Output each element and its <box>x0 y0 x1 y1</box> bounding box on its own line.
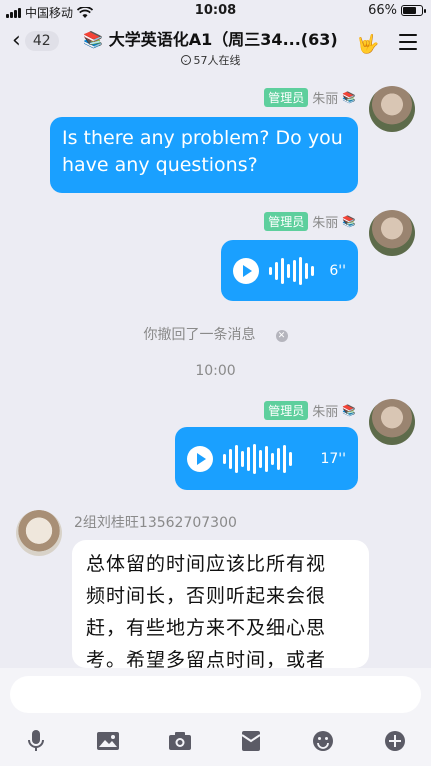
image-icon[interactable] <box>95 729 121 753</box>
status-bar: 中国移动 10:08 66% <box>0 0 431 22</box>
unread-count-badge: 42 <box>24 31 59 51</box>
voice-duration: 17'' <box>320 450 346 467</box>
avatar[interactable] <box>369 399 415 445</box>
chat-header: ‹ 42 📚 大学英语化A1（周三34...(63) ⌄ 57人在线 🤟 <box>0 22 431 68</box>
level-icon: 📚 <box>342 215 356 228</box>
group-icon: 📚 <box>83 30 104 49</box>
plus-icon[interactable] <box>382 729 408 753</box>
timestamp: 10:00 <box>195 363 236 379</box>
voice-message[interactable]: 6'' <box>221 240 358 301</box>
sender-meta: 管理员 朱丽 📚 <box>264 88 356 107</box>
admin-badge: 管理员 <box>264 212 309 231</box>
battery-icon <box>401 5 426 16</box>
play-icon[interactable] <box>233 257 259 284</box>
message-line: 考。希望多留点时间，或者 <box>86 649 327 668</box>
sender-name: 2组刘桂旺13562707300 <box>74 515 237 531</box>
menu-icon[interactable] <box>399 34 417 55</box>
chat-title-text: 大学英语化A1（周三34...(63) <box>108 30 338 49</box>
close-icon[interactable]: ✕ <box>275 330 288 342</box>
sender-meta: 管理员 朱丽 📚 <box>264 212 356 231</box>
play-icon[interactable] <box>187 445 213 472</box>
back-button[interactable]: ‹ 42 <box>12 30 59 52</box>
level-icon: 📚 <box>342 404 356 417</box>
admin-badge: 管理员 <box>264 88 309 107</box>
clock: 10:08 <box>194 3 237 18</box>
sender-name: 朱丽 <box>312 216 339 231</box>
message-bubble[interactable]: 总体留的时间应该比所有视 频时间长，否则听起来会很 赶，有些地方来不及细心思 考… <box>72 540 369 668</box>
message-line: 总体留的时间应该比所有视 <box>86 553 327 575</box>
online-count-label: 57人在线 <box>193 54 241 67</box>
recall-text: 你撤回了一条消息 <box>143 327 256 343</box>
message-text: Is there any problem? Do you have any qu… <box>62 127 343 176</box>
input-bar <box>0 668 431 766</box>
sender-name: 朱丽 <box>312 405 339 420</box>
message-line: 赶，有些地方来不及细心思 <box>86 617 327 639</box>
level-icon: 📚 <box>342 91 356 104</box>
sender-meta: 管理员 朱丽 📚 <box>264 401 356 420</box>
hand-gesture-icon[interactable]: 🤟 <box>357 34 379 55</box>
toolbar <box>0 726 431 756</box>
recall-notice: 你撤回了一条消息 ✕ <box>0 324 431 344</box>
admin-badge: 管理员 <box>264 401 309 420</box>
waveform-icon <box>223 443 292 475</box>
camera-icon[interactable] <box>167 729 193 753</box>
message-text: 总体留的时间应该比所有视 频时间长，否则听起来会很 赶，有些地方来不及细心思 考… <box>72 540 369 668</box>
avatar[interactable] <box>369 210 415 256</box>
battery-percent: 66% <box>368 3 397 18</box>
emoji-icon[interactable] <box>310 729 336 753</box>
waveform-icon <box>269 255 314 287</box>
red-packet-icon[interactable] <box>238 729 264 753</box>
chevron-left-icon: ‹ <box>12 28 21 53</box>
message-input[interactable] <box>10 676 421 713</box>
avatar[interactable] <box>369 86 415 132</box>
sender-name: 朱丽 <box>312 92 339 107</box>
chat-title-area[interactable]: 📚 大学英语化A1（周三34...(63) ⌄ 57人在线 <box>70 26 351 68</box>
avatar[interactable] <box>16 510 62 556</box>
voice-message[interactable]: 17'' <box>175 427 358 490</box>
message-line: 频时间长，否则听起来会很 <box>86 585 327 607</box>
voice-duration: 6'' <box>329 262 346 279</box>
chevron-down-icon: ⌄ <box>180 55 191 65</box>
message-bubble[interactable]: Is there any problem? Do you have any qu… <box>50 117 358 193</box>
chat-title: 📚 大学英语化A1（周三34...(63) <box>70 26 351 50</box>
microphone-icon[interactable] <box>23 729 49 753</box>
online-count: ⌄ 57人在线 <box>70 52 351 68</box>
